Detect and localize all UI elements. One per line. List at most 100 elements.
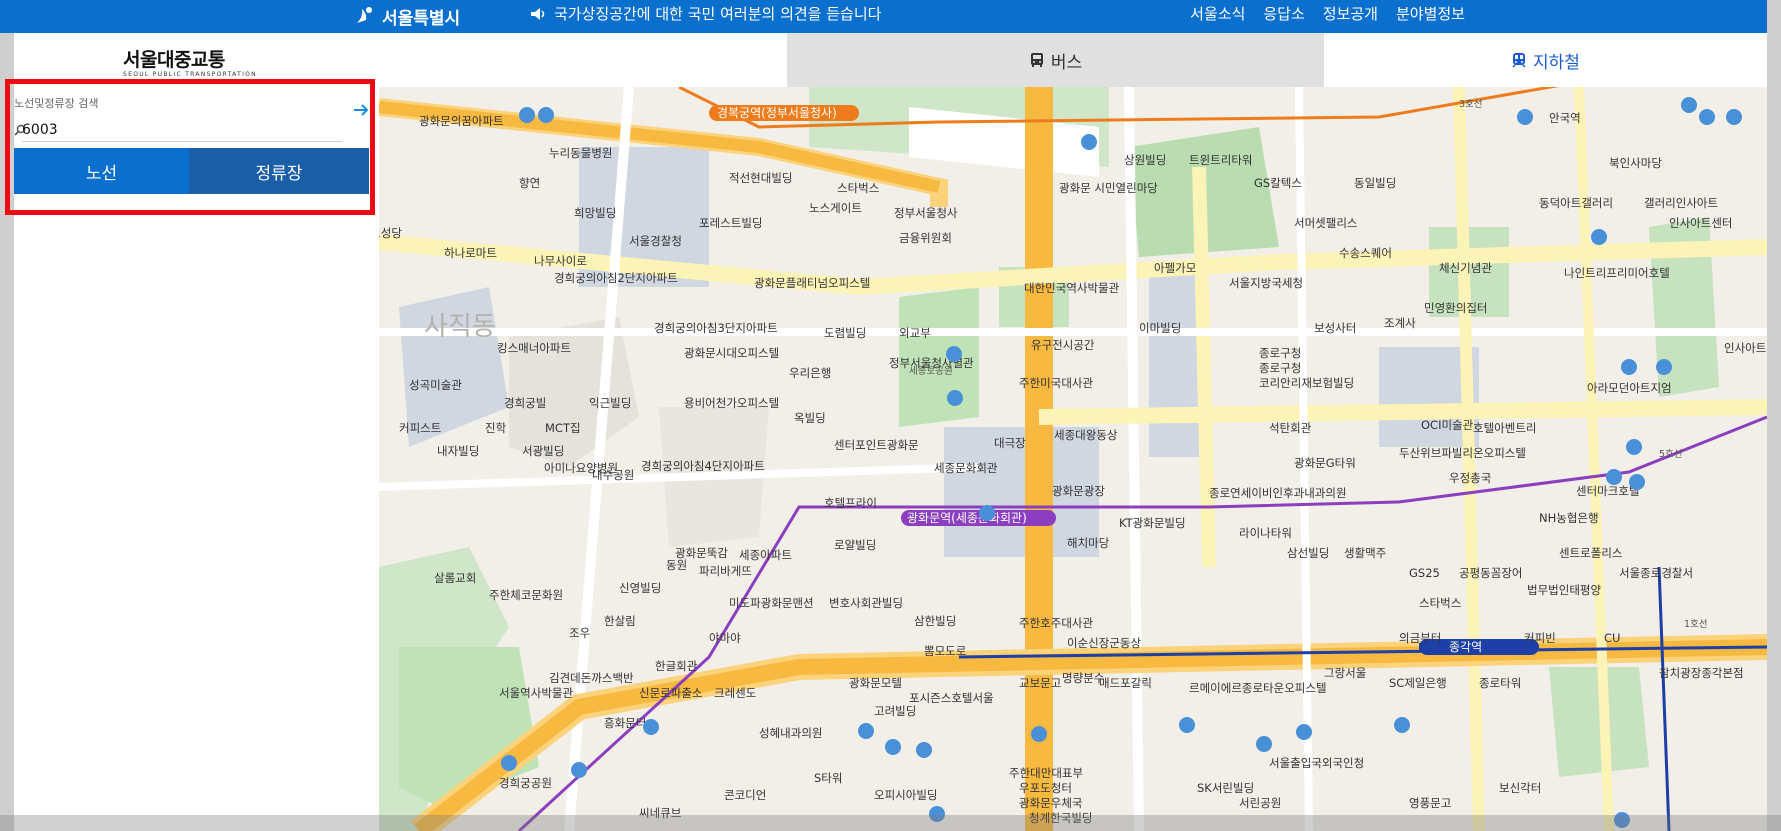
map-label: 커피스트 xyxy=(399,421,441,435)
map-label: 법무법인태평양 xyxy=(1527,583,1601,597)
map-label: 경희궁의아침3단지아파트 xyxy=(654,321,778,335)
map-label: 신영빌딩 xyxy=(619,581,661,595)
map-label: 광화문 시민열린마당 xyxy=(1059,181,1158,195)
map-label: 진학 xyxy=(485,421,507,435)
right-edge xyxy=(1767,0,1781,831)
map-label: 공평동꼼장어 xyxy=(1459,566,1522,580)
map-label: 참치광장종각본점 xyxy=(1659,666,1744,680)
map-label: 스타벅스 xyxy=(837,181,879,195)
map-label: 노스게이트 xyxy=(809,201,862,215)
map-label: 살롬교회 xyxy=(434,571,476,585)
map-label: 경복궁역(정부서울청사) xyxy=(717,106,837,120)
map-label: 매드포갈릭 xyxy=(1099,676,1152,690)
map-label: 광화문의꿈아파트 xyxy=(419,114,504,128)
map-label: 정부서울청사 xyxy=(894,206,958,220)
map-label: 포레스트빌딩 xyxy=(699,216,762,230)
map-label: CU xyxy=(1604,631,1620,645)
speaker-icon xyxy=(531,7,545,20)
map-label: 라이나타워 xyxy=(1239,526,1292,540)
link-eungdapso[interactable]: 응답소 xyxy=(1263,3,1304,24)
map-label: 민영환의집터 xyxy=(1424,301,1487,315)
brand-name: 서울대중교통 xyxy=(123,49,225,71)
notice-banner[interactable]: 국가상징공간에 대한 국민 여러분의 의견을 듣습니다 xyxy=(530,0,881,27)
tab-bus[interactable]: 버스 xyxy=(787,33,1324,87)
map-label: 사직동 xyxy=(424,312,496,342)
map-label: 호텔아벤트리 xyxy=(1473,421,1536,435)
map-label: 한글회관 xyxy=(655,659,698,673)
map-label: 생활맥주 xyxy=(1344,546,1386,560)
map-label: 트윈트리타워 xyxy=(1189,153,1252,167)
map-label: 세종아파트 xyxy=(739,548,792,562)
map-label: 동원 xyxy=(666,558,687,572)
seoul-city-logo[interactable]: 서울특별시 xyxy=(354,2,460,30)
map-label: 서울종로경찰서 xyxy=(1619,566,1693,580)
map-label: 세종로성당 xyxy=(379,226,402,240)
bus-icon xyxy=(1030,53,1043,67)
map-label: 성혜내과의원 xyxy=(759,726,822,740)
map-label: 서울경찰청 xyxy=(629,234,682,248)
map-label: 인사아트센 xyxy=(1724,341,1767,355)
map-label: 향연 xyxy=(519,176,540,190)
map-label: MCT집 xyxy=(545,421,581,435)
link-seoul-news[interactable]: 서울소식 xyxy=(1190,3,1245,24)
brand-name-en: SEOUL PUBLIC TRANSPORTATION xyxy=(123,71,257,78)
brand-logo[interactable]: 서울대중교통 SEOUL PUBLIC TRANSPORTATION xyxy=(123,45,257,78)
map-label: 나인트리프리미어호텔 xyxy=(1564,266,1670,280)
seoul-logo-icon xyxy=(357,7,372,23)
map-label: 로얄빌딩 xyxy=(834,538,876,552)
map-label: 우리은행 xyxy=(789,366,831,380)
map-label: 옥빌딩 xyxy=(794,411,826,425)
map-label: 광화문플래티넘오피스텔 xyxy=(754,276,870,290)
map-label: 스타벅스 xyxy=(1419,596,1461,610)
map-view[interactable]: 경복궁역(정부서울청사) 광화문역(세종문화회관) 종각역 종로구청 광화문 시… xyxy=(379,87,1767,831)
seoul-city-label: 서울특별시 xyxy=(382,8,461,29)
map-label: 북인사마당 xyxy=(1609,156,1662,170)
map-label: 세종문화회관 xyxy=(934,461,998,475)
link-field-info[interactable]: 분야별정보 xyxy=(1396,3,1465,24)
map-label: 서광빌딩 xyxy=(522,444,564,458)
map-label: 야마야 xyxy=(709,631,741,645)
map-label: 경희궁의아침2단지아파트 xyxy=(554,271,678,285)
map-label: 주한호주대사관 xyxy=(1019,616,1093,630)
map-label: 조우 xyxy=(569,626,590,640)
map-label: 이순신장군동상 xyxy=(1067,636,1141,650)
map-label: 주한미국대사관 xyxy=(1019,376,1093,390)
map-label: 광화문우체국 xyxy=(1019,796,1082,810)
map-line-label: 1호선 xyxy=(1684,619,1708,630)
map-label: 갤러리인사아트 xyxy=(1644,196,1718,210)
tab-bus-label: 버스 xyxy=(1050,52,1083,73)
map-label: 광화문역(세종문화회관) xyxy=(907,511,1027,525)
link-info-disclosure[interactable]: 정보공개 xyxy=(1323,3,1378,24)
map-label: 하나로마트 xyxy=(444,246,497,260)
map-label: 금융위원회 xyxy=(899,231,952,245)
map-label: 용비어천가오피스텔 xyxy=(684,396,779,410)
map-label: 유구전시공간 xyxy=(1031,338,1095,352)
map-label: 주한대만대표부 xyxy=(1009,766,1083,780)
map-label: 성곡미술관 xyxy=(409,378,462,392)
map-label: S타워 xyxy=(814,771,842,785)
map-label: 인사아트센터 xyxy=(1669,216,1732,230)
map-label: 미도파광화문맨션 xyxy=(729,596,814,610)
map-label: 광화문모텔 xyxy=(849,676,902,690)
map-label: 광화문G타워 xyxy=(1294,456,1356,470)
map-label: 서린공원 xyxy=(1239,796,1281,810)
tab-subway-label: 지하철 xyxy=(1533,52,1580,73)
map-label: 교보문고 xyxy=(1019,676,1061,690)
map-label: 서울출입국외국인청 xyxy=(1269,756,1364,770)
map-label: 종각역 xyxy=(1449,640,1482,654)
map-label: 종로구청 xyxy=(1259,361,1301,375)
map-label: 킹스매너아파트 xyxy=(497,341,571,355)
tab-subway[interactable]: 지하철 xyxy=(1324,33,1767,87)
map-label: 경희궁빌 xyxy=(504,396,546,410)
map-label: OCI미술관 xyxy=(1421,418,1474,432)
map-label: 김견데돈까스백반 xyxy=(549,671,634,685)
map-label: KT광화문빌딩 xyxy=(1119,516,1186,530)
map-label: 세종대왕동상 xyxy=(1054,428,1118,442)
map-label: 호텔프라이 xyxy=(824,496,877,510)
map-canvas: 경복궁역(정부서울청사) 광화문역(세종문화회관) 종각역 종로구청 광화문 시… xyxy=(379,87,1767,831)
map-label: 크레센도 xyxy=(714,686,756,700)
map-label: 내수공원 xyxy=(592,468,634,482)
map-label: 그랑서울 xyxy=(1324,666,1366,680)
map-label: 익근빌딩 xyxy=(589,396,631,410)
map-label: 우정총국 xyxy=(1449,471,1491,485)
